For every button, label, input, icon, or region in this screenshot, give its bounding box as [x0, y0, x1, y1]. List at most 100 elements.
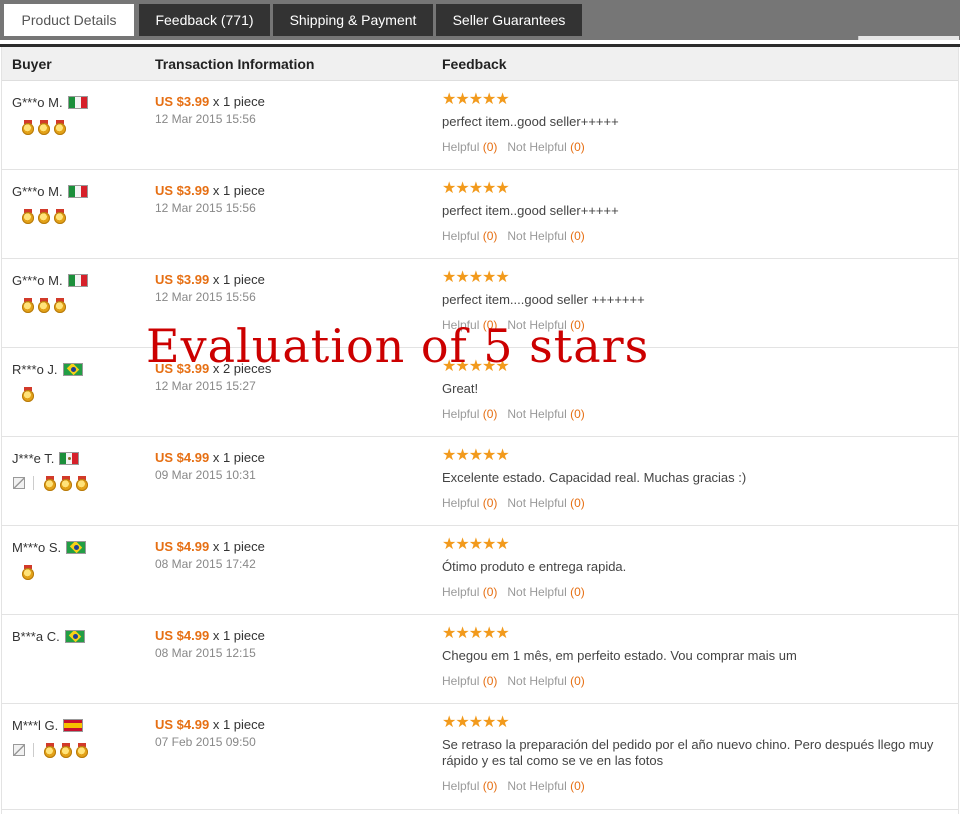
not-helpful-link[interactable]: Not Helpful (0) [507, 318, 584, 332]
not-helpful-label: Not Helpful [507, 318, 567, 332]
buyer-badges [13, 742, 92, 758]
feedback-comment: perfect item..good seller+++++ [442, 203, 619, 218]
price: US $3.99 [155, 183, 210, 198]
star-rating: ★★★★★ [442, 447, 510, 464]
buyer-badges [22, 297, 70, 313]
photo-review-icon[interactable] [13, 744, 25, 756]
medal-icon [54, 297, 66, 313]
medal-icon [54, 119, 66, 135]
medal-icon [22, 208, 34, 224]
buyer-name: G***o M. [12, 273, 63, 288]
not-helpful-count: (0) [570, 229, 585, 243]
mexico-flag-icon [59, 452, 80, 465]
transaction-line: US $3.99 x 1 piece [155, 183, 265, 198]
buyer-name: R***o J. [12, 362, 58, 377]
transaction-date: 12 Mar 2015 15:56 [155, 290, 256, 304]
transaction-date: 08 Mar 2015 17:42 [155, 557, 256, 571]
helpful-link[interactable]: Helpful (0) [442, 496, 497, 510]
feedback-comment: Ótimo produto e entrega rapida. [442, 559, 627, 574]
buyer-cell: G***o M. [12, 184, 88, 199]
price: US $4.99 [155, 539, 210, 554]
not-helpful-count: (0) [570, 407, 585, 421]
helpful-link[interactable]: Helpful (0) [442, 407, 497, 421]
quantity: x 1 piece [212, 539, 265, 554]
not-helpful-link[interactable]: Not Helpful (0) [507, 229, 584, 243]
not-helpful-label: Not Helpful [507, 140, 567, 154]
transaction-date: 07 Feb 2015 09:50 [155, 735, 256, 749]
feedback-comment: Great! [442, 381, 479, 396]
buyer-name: G***o M. [12, 95, 63, 110]
star-rating: ★★★★★ [442, 91, 510, 108]
not-helpful-label: Not Helpful [507, 585, 567, 599]
table-row: G***o M. US $3.99 x 1 piece 12 Mar 2015 … [2, 259, 958, 348]
header-buyer: Buyer [12, 56, 52, 72]
not-helpful-link[interactable]: Not Helpful (0) [507, 674, 584, 688]
buyer-name: G***o M. [12, 184, 63, 199]
not-helpful-count: (0) [570, 318, 585, 332]
buyer-name: M***o S. [12, 540, 62, 555]
not-helpful-count: (0) [570, 140, 585, 154]
helpful-label: Helpful [442, 318, 480, 332]
table-row: M***l G. US $4.99 x 1 piece 07 Feb 2015 … [2, 704, 958, 810]
brazil-flag-icon [64, 630, 85, 643]
helpful-count: (0) [482, 407, 498, 421]
helpful-count: (0) [482, 585, 498, 599]
price: US $3.99 [155, 272, 210, 287]
not-helpful-link[interactable]: Not Helpful (0) [507, 585, 584, 599]
helpful-link[interactable]: Helpful (0) [442, 585, 497, 599]
table-row: G***o M. US $3.99 x 1 piece 12 Mar 2015 … [2, 170, 958, 259]
helpful-links: Helpful (0) Not Helpful (0) [442, 779, 585, 793]
not-helpful-link[interactable]: Not Helpful (0) [507, 496, 584, 510]
helpful-label: Helpful [442, 779, 480, 793]
helpful-label: Helpful [442, 496, 480, 510]
not-helpful-link[interactable]: Not Helpful (0) [507, 407, 584, 421]
tab-shipping-payment[interactable]: Shipping & Payment [273, 4, 433, 36]
helpful-link[interactable]: Helpful (0) [442, 779, 497, 793]
medal-icon [22, 119, 34, 135]
helpful-label: Helpful [442, 674, 480, 688]
tab-bar-right-strip [858, 36, 959, 40]
buyer-cell: G***o M. [12, 95, 88, 110]
not-helpful-label: Not Helpful [507, 779, 567, 793]
feedback-comment: Excelente estado. Capacidad real. Muchas… [442, 470, 747, 485]
photo-review-icon[interactable] [13, 477, 25, 489]
not-helpful-label: Not Helpful [507, 229, 567, 243]
transaction-line: US $3.99 x 1 piece [155, 94, 265, 109]
not-helpful-label: Not Helpful [507, 674, 567, 688]
star-rating: ★★★★★ [442, 536, 510, 553]
buyer-badges [22, 386, 38, 402]
price: US $3.99 [155, 94, 210, 109]
tab-product-details[interactable]: Product Details [4, 4, 134, 36]
buyer-cell: B***a C. [12, 629, 85, 644]
feedback-comment: Se retraso la preparación del pedido por… [442, 737, 934, 768]
feedback-comment: perfect item....good seller +++++++ [442, 292, 645, 307]
quantity: x 1 piece [212, 628, 265, 643]
buyer-badges [13, 475, 92, 491]
star-rating: ★★★★★ [442, 180, 510, 197]
buyer-cell: M***l G. [12, 718, 84, 733]
tab-seller-guarantees[interactable]: Seller Guarantees [436, 4, 582, 36]
medal-icon [44, 475, 56, 491]
quantity: x 1 piece [212, 450, 265, 465]
quantity: x 1 piece [212, 183, 265, 198]
medal-icon [44, 742, 56, 758]
helpful-link[interactable]: Helpful (0) [442, 318, 497, 332]
helpful-count: (0) [482, 140, 498, 154]
helpful-link[interactable]: Helpful (0) [442, 229, 497, 243]
transaction-date: 12 Mar 2015 15:27 [155, 379, 256, 393]
buyer-cell: G***o M. [12, 273, 88, 288]
not-helpful-link[interactable]: Not Helpful (0) [507, 779, 584, 793]
not-helpful-link[interactable]: Not Helpful (0) [507, 140, 584, 154]
feedback-table: Buyer Transaction Information Feedback G… [1, 47, 959, 814]
tab-feedback[interactable]: Feedback (771) [139, 4, 270, 36]
transaction-line: US $4.99 x 1 piece [155, 539, 265, 554]
buyer-name: J***e T. [12, 451, 55, 466]
transaction-date: 09 Mar 2015 10:31 [155, 468, 256, 482]
helpful-link[interactable]: Helpful (0) [442, 674, 497, 688]
helpful-link[interactable]: Helpful (0) [442, 140, 497, 154]
helpful-links: Helpful (0) Not Helpful (0) [442, 229, 585, 243]
not-helpful-count: (0) [570, 674, 585, 688]
header-feedback: Feedback [442, 56, 507, 72]
star-rating: ★★★★★ [442, 625, 510, 642]
transaction-line: US $4.99 x 1 piece [155, 450, 265, 465]
